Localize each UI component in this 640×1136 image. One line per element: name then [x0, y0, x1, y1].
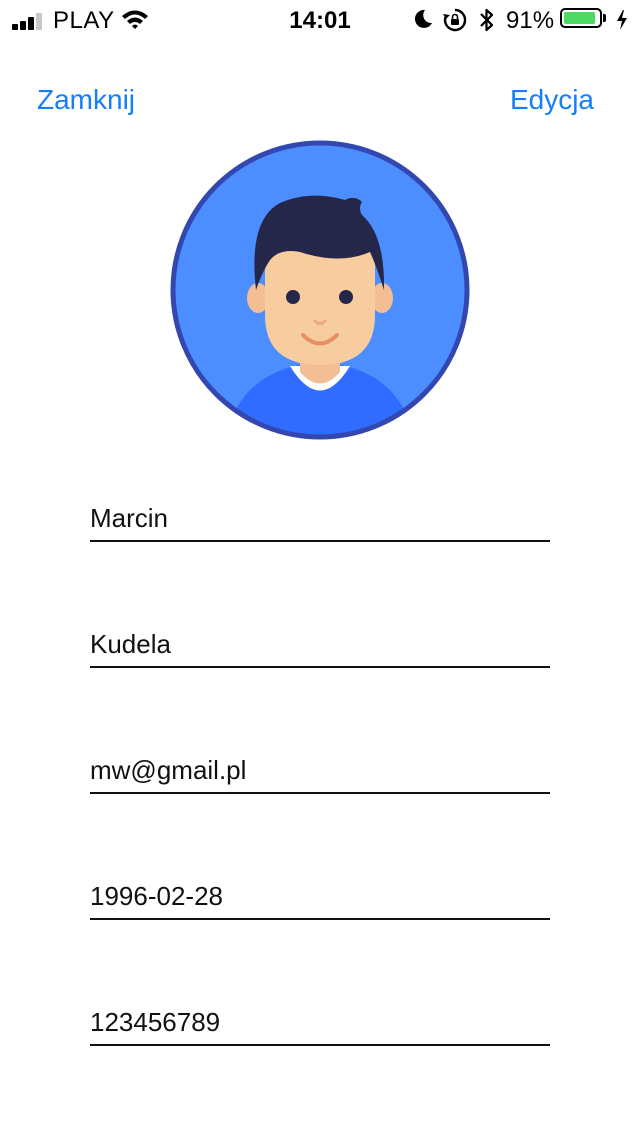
moon-icon: [412, 8, 434, 35]
edit-button[interactable]: Edycja: [510, 84, 594, 116]
status-bar: PLAY 14:01 91%: [0, 0, 640, 40]
last-name-field[interactable]: Kudela: [90, 626, 550, 668]
birth-date-value: 1996-02-28: [90, 881, 223, 911]
phone-value: 123456789: [90, 1007, 221, 1037]
battery-level-fill: [564, 12, 595, 24]
battery-percent: 91%: [506, 7, 555, 34]
last-name-value: Kudela: [90, 629, 171, 659]
battery-icon: [560, 8, 602, 28]
email-field[interactable]: mw@gmail.pl: [90, 752, 550, 794]
charging-bolt-icon: [615, 9, 629, 36]
birth-date-field[interactable]: 1996-02-28: [90, 878, 550, 920]
battery-tip: [603, 14, 606, 22]
close-button[interactable]: Zamknij: [37, 84, 135, 116]
rotation-lock-icon: [442, 7, 468, 38]
first-name-value: Marcin: [90, 503, 169, 533]
phone-field[interactable]: 123456789: [90, 1004, 550, 1046]
email-value: mw@gmail.pl: [90, 755, 247, 785]
user-avatar-icon: [170, 140, 470, 440]
bluetooth-icon: [478, 7, 496, 38]
first-name-field[interactable]: Marcin: [90, 500, 550, 542]
